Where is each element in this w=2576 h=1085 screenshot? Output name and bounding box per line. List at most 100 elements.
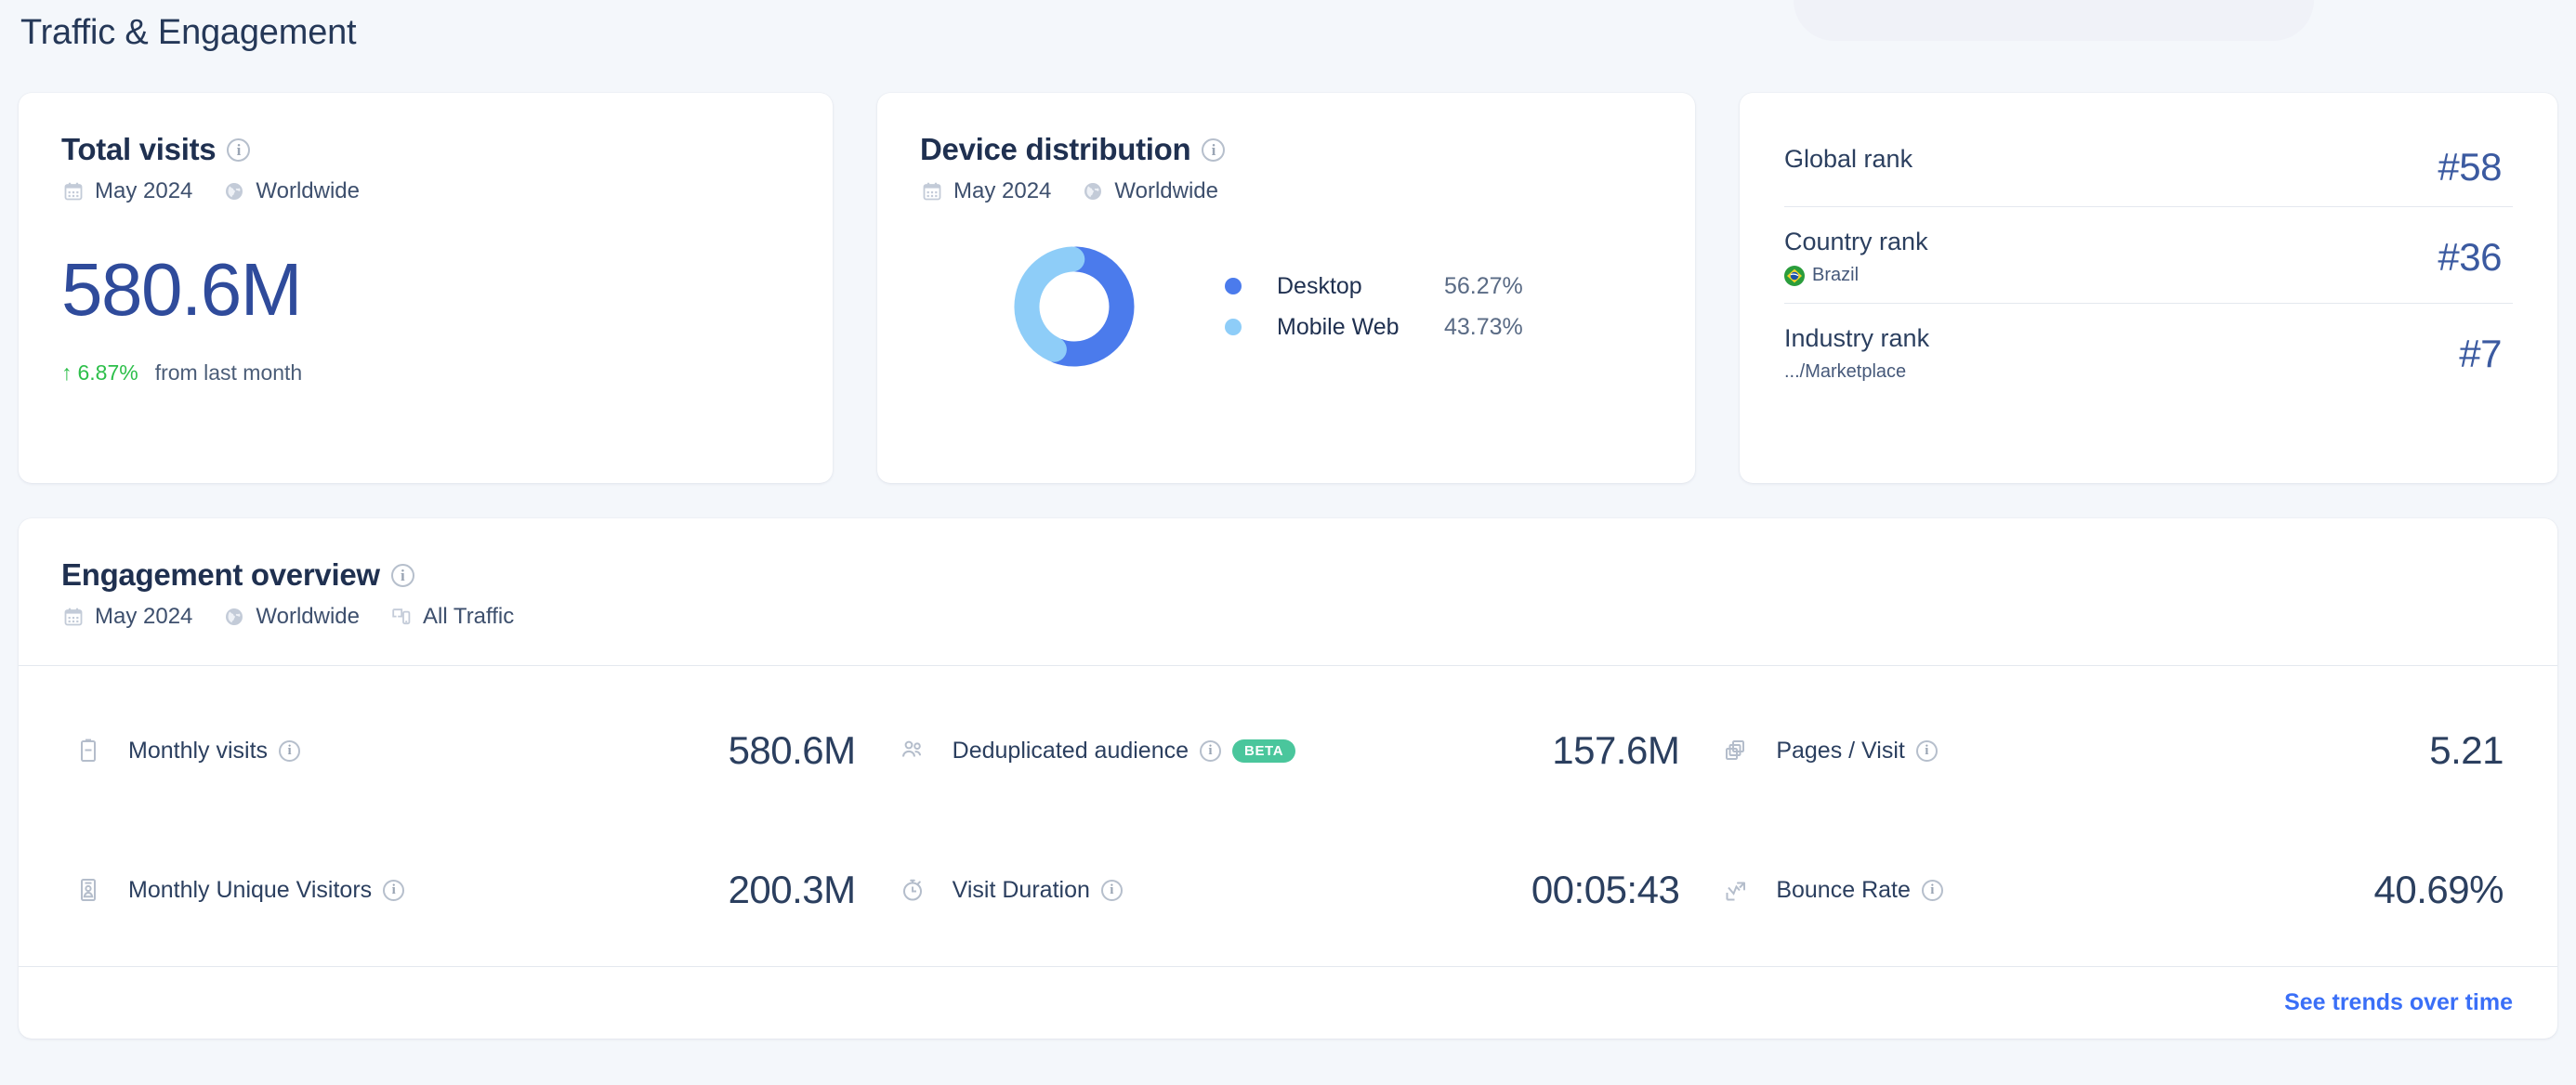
total-visits-region: Worldwide [256, 178, 361, 203]
legend-color-swatch [1225, 319, 1242, 335]
metric-value: 200.3M [728, 868, 857, 911]
info-circle-icon[interactable]: i [1921, 879, 1943, 901]
rank-left: Global rank [1784, 145, 1912, 174]
rank-value: #36 [2438, 234, 2502, 279]
rank-value: #58 [2438, 145, 2502, 189]
total-visits-card: Total visits i May 2024 Worldwide 580.6M… [19, 93, 833, 483]
info-circle-icon[interactable]: i [227, 137, 251, 162]
device-distribution-title-text: Device distribution [920, 132, 1191, 166]
device-distribution-card: Device distribution i May 2024 Worldwide [877, 93, 1695, 483]
decorative-top-pill [1794, 0, 2314, 41]
calendar-icon [61, 605, 85, 629]
metric-label-text: Deduplicated audience [952, 737, 1189, 764]
bounce-rate-icon [1720, 874, 1752, 906]
rank-name: Country rank [1784, 228, 1928, 255]
engagement-title-text: Engagement overview [61, 557, 380, 592]
total-visits-title: Total visits i [61, 132, 795, 167]
clock-icon [897, 874, 928, 906]
engagement-overview-card: Engagement overview i May 2024 Worldwide… [19, 518, 2557, 1039]
device-distribution-donut-chart [1009, 242, 1139, 372]
globe-icon [222, 605, 246, 629]
metric-visit-duration: Visit Duration i 00:05:43 [876, 820, 1701, 960]
rank-sub-label: Brazil [1812, 265, 1860, 285]
info-circle-icon[interactable]: i [1100, 879, 1123, 901]
metric-value: 40.69% [2373, 868, 2504, 911]
ranks-card: Global rank #58 Country rank Brazil #36 [1740, 93, 2557, 483]
rank-sub-label: .../Marketplace [1784, 361, 1907, 382]
legend-label: Mobile Web [1277, 313, 1400, 340]
delta-up-indicator: ↑ 6.87% [61, 360, 138, 386]
info-circle-icon[interactable]: i [383, 879, 405, 901]
metric-label: Deduplicated audience i BETA [952, 737, 1296, 765]
legend-color-swatch [1225, 278, 1242, 294]
rank-name: Global rank [1784, 145, 1913, 173]
pages-visit-icon [1720, 735, 1752, 766]
calendar-icon [920, 179, 944, 203]
metric-label-text: Pages / Visit [1776, 737, 1905, 764]
engagement-metrics-grid: Monthly visits i 580.6M Deduplicated aud… [19, 681, 2557, 960]
info-circle-icon[interactable]: i [390, 563, 414, 587]
engagement-traffic: All Traffic [423, 604, 515, 629]
total-visits-value: 580.6M [61, 248, 302, 331]
rank-sub: .../Marketplace [1784, 361, 1929, 383]
arrow-up-icon: ↑ [61, 360, 72, 385]
beta-badge: BETA [1232, 739, 1296, 763]
info-circle-icon[interactable]: i [1202, 137, 1226, 162]
metric-label: Visit Duration i [953, 877, 1123, 904]
device-distribution-body: Desktop 56.27% Mobile Web 43.73% [920, 242, 1523, 372]
page-title: Traffic & Engagement [20, 13, 357, 52]
globe-icon [222, 179, 246, 203]
total-visits-delta: 6.87% [77, 360, 138, 385]
info-circle-icon[interactable]: i [1915, 739, 1938, 762]
device-distribution-meta: May 2024 Worldwide [920, 178, 1658, 204]
metric-value: 580.6M [728, 728, 857, 772]
legend-label: Desktop [1277, 272, 1362, 299]
donut-slice [1014, 246, 1085, 362]
monthly-visits-icon [72, 735, 104, 766]
device-distribution-title: Device distribution i [920, 132, 1658, 167]
engagement-footer: See trends over time [19, 967, 2557, 1039]
engagement-date: May 2024 [95, 604, 193, 629]
metric-value: 5.21 [2429, 728, 2504, 772]
legend-item-desktop: Desktop 56.27% [1225, 266, 1523, 307]
rank-row-global[interactable]: Global rank #58 [1784, 124, 2513, 206]
device-distribution-region: Worldwide [1114, 178, 1219, 203]
device-distribution-date: May 2024 [953, 178, 1052, 203]
brazil-flag-icon [1784, 265, 1805, 286]
device-distribution-legend: Desktop 56.27% Mobile Web 43.73% [1225, 266, 1523, 347]
rank-row-industry[interactable]: Industry rank .../Marketplace #7 [1784, 303, 2513, 399]
metric-monthly-visits: Monthly visits i 580.6M [52, 681, 876, 820]
info-circle-icon[interactable]: i [1200, 739, 1222, 762]
metric-label: Bounce Rate i [1776, 877, 1943, 904]
metric-bounce-rate: Bounce Rate i 40.69% [1700, 820, 2524, 960]
metric-value: 157.6M [1552, 728, 1680, 772]
metric-label-text: Bounce Rate [1776, 876, 1911, 903]
engagement-header: Engagement overview i May 2024 Worldwide… [61, 557, 514, 630]
unique-visitors-icon [72, 874, 104, 906]
devices-icon [389, 605, 414, 629]
rank-value: #7 [2459, 331, 2502, 375]
donut-svg [1014, 246, 1135, 367]
ranks-list: Global rank #58 Country rank Brazil #36 [1784, 124, 2513, 399]
donut-slice [1045, 246, 1135, 367]
rank-sub: Brazil [1784, 265, 1928, 286]
rank-name: Industry rank [1784, 324, 1930, 352]
engagement-title: Engagement overview i [61, 557, 514, 593]
metric-deduplicated-audience: Deduplicated audience i BETA 157.6M [876, 681, 1701, 820]
metric-label-text: Visit Duration [952, 876, 1090, 903]
rank-left: Country rank Brazil [1784, 228, 1928, 286]
legend-item-mobile-web: Mobile Web 43.73% [1225, 307, 1523, 347]
globe-icon [1081, 179, 1105, 203]
rank-row-country[interactable]: Country rank Brazil #36 [1784, 206, 2513, 303]
metric-label-text: Monthly Unique Visitors [128, 876, 373, 903]
metric-monthly-unique-visitors: Monthly Unique Visitors i 200.3M [52, 820, 876, 960]
calendar-icon [61, 179, 85, 203]
see-trends-over-time-link[interactable]: See trends over time [2284, 989, 2513, 1016]
total-visits-delta-row: ↑ 6.87% from last month [61, 360, 795, 386]
legend-value: 43.73% [1444, 313, 1523, 340]
info-circle-icon[interactable]: i [279, 739, 301, 762]
total-visits-meta: May 2024 Worldwide [61, 178, 795, 204]
total-visits-date: May 2024 [95, 178, 193, 203]
engagement-region: Worldwide [256, 604, 361, 629]
metric-label: Monthly Unique Visitors i [128, 876, 405, 904]
